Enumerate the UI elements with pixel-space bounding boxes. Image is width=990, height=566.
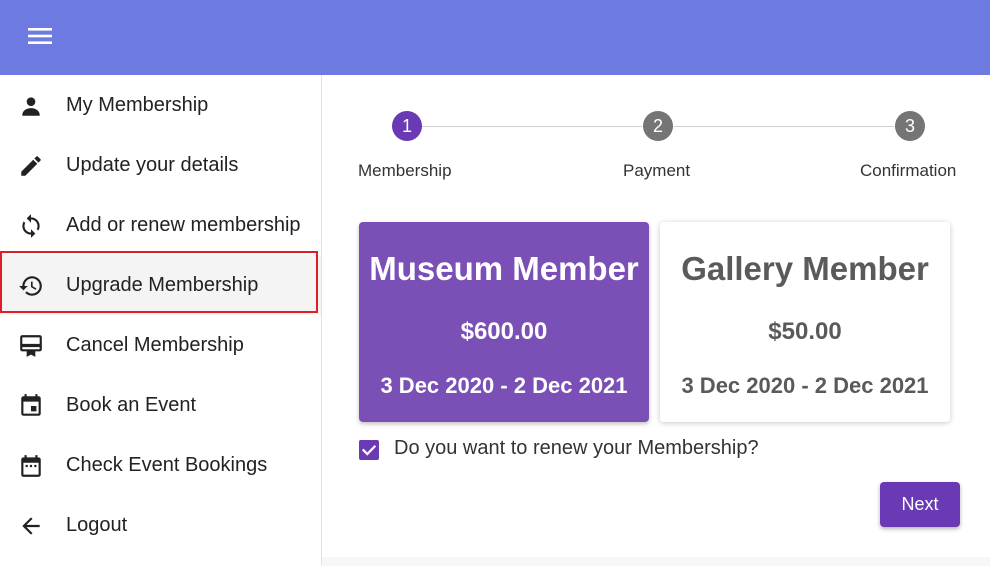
step-circle-payment[interactable]: 2: [643, 111, 673, 141]
calendar-event-icon: [18, 393, 44, 419]
step-circle-membership[interactable]: 1: [392, 111, 422, 141]
sidebar-item-label: Logout: [66, 514, 128, 536]
calendar-dots-icon: [18, 453, 44, 479]
step-label-membership: Membership: [358, 161, 452, 180]
card-price: $50.00: [768, 318, 842, 345]
card-dates: 3 Dec 2020 - 2 Dec 2021: [681, 373, 929, 398]
card-price: $600.00: [460, 318, 548, 345]
sidebar-item-upgrade-membership[interactable]: Upgrade Membership: [0, 255, 321, 315]
sidebar-item-cancel-membership[interactable]: Cancel Membership: [0, 315, 321, 375]
sidebar-item-logout[interactable]: Logout: [0, 495, 321, 555]
card-title: Gallery Member: [681, 250, 929, 287]
sidebar-item-label: Update your details: [66, 154, 239, 176]
next-button[interactable]: Next: [880, 482, 960, 527]
sidebar-item-add-renew[interactable]: Add or renew membership: [0, 195, 321, 255]
sidebar-item-label: My Membership: [66, 94, 209, 116]
sidebar-item-label: Book an Event: [66, 394, 197, 416]
sync-icon: [18, 213, 44, 239]
sidebar-item-label: Upgrade Membership: [66, 274, 259, 296]
membership-card-museum[interactable]: Museum Member $600.00 3 Dec 2020 - 2 Dec…: [359, 222, 649, 422]
person-icon: [18, 93, 44, 119]
step-circle-confirmation[interactable]: 3: [895, 111, 925, 141]
sidebar-nav: My Membership Update your details Add or…: [0, 75, 322, 566]
card-dates: 3 Dec 2020 - 2 Dec 2021: [380, 373, 628, 398]
renew-checkbox-label: Do you want to renew your Membership?: [394, 437, 759, 459]
sidebar-item-check-bookings[interactable]: Check Event Bookings: [0, 435, 321, 495]
upgrade-restore-icon: [18, 273, 44, 299]
sidebar-item-label: Cancel Membership: [66, 334, 244, 356]
hamburger-menu-icon[interactable]: [26, 24, 56, 52]
stepper-connector: [422, 126, 642, 127]
step-label-payment: Payment: [623, 161, 691, 180]
card-membership-icon: [18, 333, 44, 359]
renew-checkbox[interactable]: [359, 440, 379, 460]
sidebar-item-book-event[interactable]: Book an Event: [0, 375, 321, 435]
sidebar-item-label: Check Event Bookings: [66, 454, 268, 476]
card-title: Museum Member: [369, 250, 639, 287]
membership-card-gallery[interactable]: Gallery Member $50.00 3 Dec 2020 - 2 Dec…: [660, 222, 950, 422]
main-content-footer-strip: [322, 557, 990, 566]
arrow-left-icon: [18, 513, 44, 539]
sidebar-item-label: Add or renew membership: [66, 214, 301, 236]
sidebar-item-my-membership[interactable]: My Membership: [0, 75, 321, 135]
pencil-icon: [18, 153, 44, 179]
stepper-connector: [674, 126, 894, 127]
checkmark-icon: [361, 444, 377, 456]
step-label-confirmation: Confirmation: [860, 161, 957, 180]
sidebar-item-update-details[interactable]: Update your details: [0, 135, 321, 195]
top-app-bar: [0, 0, 990, 75]
